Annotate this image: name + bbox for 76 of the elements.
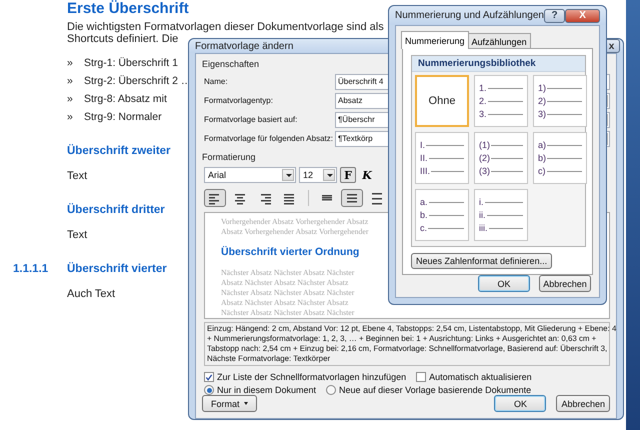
bullet-marker: » [67, 111, 74, 124]
list-marker: a. [420, 197, 428, 207]
caret-icon [244, 402, 248, 405]
list-marker: a) [538, 140, 546, 150]
numbering-option[interactable]: 1) 2) 3) [533, 75, 587, 127]
bullet-marker: » [67, 75, 74, 88]
list-marker: 3. [479, 109, 487, 119]
window-title: Formatvorlage ändern [195, 40, 294, 52]
bold-button[interactable]: F [340, 167, 356, 183]
field-label: Formatvorlage für folgenden Absatz: [204, 134, 334, 143]
list-marker: 2. [479, 96, 487, 106]
bullet-text: Strg-9: Normaler [84, 111, 162, 124]
list-marker: b) [538, 153, 546, 163]
list-marker: i. [479, 197, 484, 207]
list-marker: II. [420, 153, 428, 163]
field-label: Name: [204, 77, 229, 86]
list-marker: b. [420, 210, 428, 220]
bullet-marker: » [67, 57, 74, 70]
numbering-option[interactable]: Ohne [415, 75, 469, 127]
group-label: Eigenschaften [202, 59, 260, 69]
list-marker: 2) [538, 96, 546, 106]
alignment-button[interactable] [204, 189, 226, 207]
list-marker: III. [420, 166, 430, 176]
bullet-marker: » [67, 93, 74, 106]
list-marker: (2) [479, 153, 490, 163]
checkmark-icon [205, 372, 213, 382]
line-spacing-button[interactable] [341, 189, 363, 207]
font-dropdown[interactable]: Arial [204, 167, 296, 183]
define-format-button[interactable]: Neues Zahlenformat definieren... [411, 253, 552, 269]
list-marker: 3) [538, 109, 546, 119]
list-marker: 1) [538, 83, 546, 93]
numbering-option[interactable]: a. b. c. [415, 189, 469, 241]
ok-button[interactable]: OK [494, 395, 546, 412]
tab[interactable]: Nummerierung [401, 31, 469, 49]
document-paragraph: Shortcuts definiert. Die [67, 33, 178, 45]
italic-button[interactable]: K [359, 167, 375, 183]
document-heading: Überschrift dritter [67, 203, 165, 217]
list-marker: I. [420, 140, 426, 150]
heading-number: 1.1.1.1 [13, 262, 50, 276]
list-marker: (1) [479, 140, 490, 150]
document-text: Auch Text [67, 287, 116, 301]
list-marker: 1. [479, 83, 487, 93]
numbering-option[interactable]: (1) (2) (3) [474, 132, 528, 184]
numbering-option[interactable]: I. II. III. [415, 132, 469, 184]
list-marker: (3) [479, 166, 490, 176]
window-title: Nummerierung und Aufzählungen [395, 10, 544, 21]
bullet-text: Strg-8: Absatz mit [84, 93, 167, 106]
preview-heading: Überschrift vierter Ordnung [221, 246, 360, 258]
format-button[interactable]: Format [202, 395, 257, 412]
ok-button[interactable]: OK [478, 275, 530, 292]
size-dropdown[interactable]: 12 [299, 167, 337, 183]
group-label: Formatierung [202, 152, 256, 162]
field-label: Formatvorlage basiert auf: [204, 115, 298, 124]
list-marker: iii. [479, 223, 488, 233]
radio-button[interactable]: Neue auf dieser Vorlage basierende Dokumente [326, 385, 532, 395]
document-paragraph: Die wichtigsten Formatvorlagen dieser Dokumentvorlage sind als [67, 21, 384, 33]
document-text: Text [67, 169, 88, 183]
library-title: Nummerierungsbibliothek [412, 56, 585, 72]
checkbox[interactable]: Zur Liste der Schnellformatvorlagen hinzufügen [204, 372, 406, 382]
checkbox[interactable]: Automatisch aktualisieren [416, 372, 532, 382]
numbering-option[interactable]: i. ii. iii. [474, 189, 528, 241]
numbering-option[interactable]: a) b) c) [533, 132, 587, 184]
help-button[interactable]: ? [544, 8, 566, 22]
field-label: Formatvorlagentyp: [204, 96, 274, 105]
list-marker: c) [538, 166, 546, 176]
list-marker: c. [420, 223, 428, 233]
document-heading: Erste Überschrift [67, 0, 189, 18]
bullet-text: Strg-1: Überschrift 1 [84, 57, 178, 70]
document-heading: Überschrift vierter [67, 262, 167, 276]
cancel-button[interactable]: Abbrechen [539, 275, 591, 292]
document-heading: Überschrift zweiter [67, 144, 171, 158]
tab[interactable]: Aufzählungen [468, 33, 531, 49]
numbering-option[interactable]: 1. 2. 3. [474, 75, 528, 127]
cancel-button[interactable]: Abbrechen [556, 395, 610, 412]
document-text: Text [67, 228, 88, 242]
list-marker: ii. [479, 210, 486, 220]
